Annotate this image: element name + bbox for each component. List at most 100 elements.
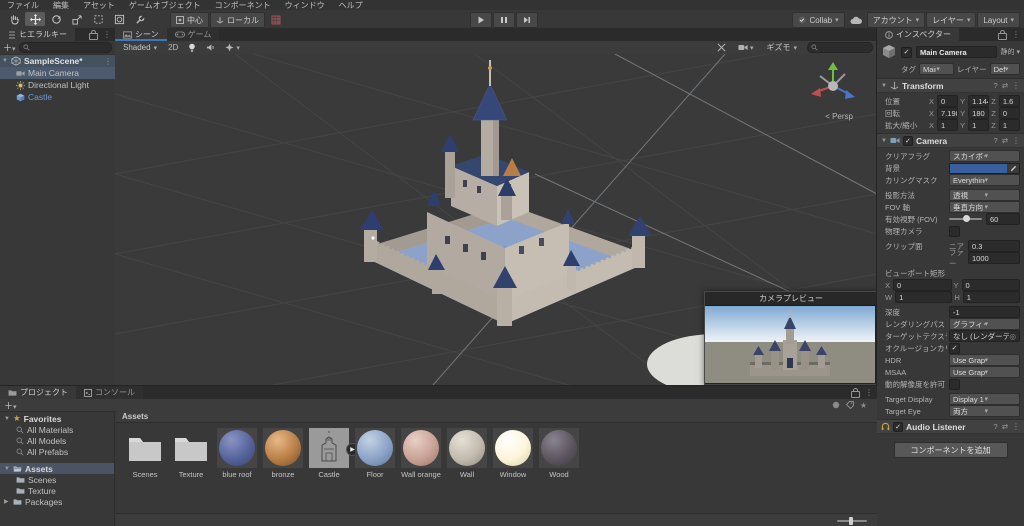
asset-castle[interactable]: ▶Castle (306, 428, 352, 514)
thumbnail-size-slider[interactable] (837, 520, 867, 522)
create-object-button[interactable]: ＋▾ (3, 41, 16, 54)
camera-prop---field[interactable]: 0.3 (968, 240, 1020, 252)
camera-prop---object-field[interactable]: なし (レンダーテクスチャ◎ (949, 330, 1020, 342)
tab-inspector[interactable]: インスペクター (877, 28, 959, 41)
hierarchy-scene-row[interactable]: ▼SampleScene*⋮ (0, 55, 115, 67)
menu-item-6[interactable]: ウィンドウ (278, 0, 332, 11)
scale-tool-icon[interactable] (67, 12, 87, 26)
camera-enabled-checkbox[interactable]: ✓ (903, 136, 913, 146)
asset-wood[interactable]: Wood (536, 428, 582, 514)
scene-camera-dropdown[interactable]: ▾ (735, 44, 757, 52)
layer-dropdown[interactable]: Default▾ (990, 63, 1020, 75)
tree-folder-assets[interactable]: ▼Assets (0, 463, 114, 474)
audio-listener-header[interactable]: ✓ Audio Listener ?⇄⋮ (877, 419, 1024, 434)
camera-prop---color-swatch[interactable] (949, 163, 1020, 174)
add-component-button[interactable]: コンポーネントを追加 (894, 442, 1008, 458)
camera-prop---dropdown[interactable]: グラフィックス設定を使用▾ (949, 318, 1020, 330)
hierarchy-item-directional-light[interactable]: Directional Light (0, 79, 115, 91)
2d-toggle[interactable]: 2D (165, 43, 181, 52)
camera-prop-msaa-dropdown[interactable]: Use Graphics Setti▾ (949, 366, 1020, 378)
step-button[interactable] (516, 12, 538, 28)
presets-icon[interactable]: ⇄ (1002, 422, 1008, 431)
move-tool-icon[interactable] (25, 12, 45, 26)
tab-game[interactable]: ゲーム (167, 28, 220, 41)
gameobject-active-checkbox[interactable]: ✓ (901, 47, 912, 58)
play-button[interactable] (470, 12, 492, 28)
grid-snap-icon[interactable] (266, 13, 286, 27)
transform-z-field[interactable]: 1 (999, 119, 1020, 131)
camera-prop---dropdown[interactable]: スカイボックス▾ (949, 150, 1020, 162)
scene-audio-icon[interactable] (203, 43, 218, 52)
transform-x-field[interactable]: 0 (937, 95, 958, 107)
panel-menu-icon[interactable]: ⋮ (103, 30, 111, 39)
help-icon[interactable]: ? (994, 81, 998, 90)
search-by-type-icon[interactable] (832, 401, 840, 409)
scene-lighting-icon[interactable] (185, 43, 199, 53)
transform-y-field[interactable]: 1 (968, 119, 989, 131)
menu-item-5[interactable]: コンポーネント (208, 0, 278, 11)
panel-menu-icon[interactable]: ⋮ (1012, 30, 1020, 39)
layers-dropdown[interactable]: レイヤー▾ (926, 12, 976, 28)
tree-folder-texture[interactable]: Texture (0, 485, 114, 496)
camera-component-header[interactable]: ▼ ✓ Camera ?⇄⋮ (877, 133, 1024, 148)
presets-icon[interactable]: ⇄ (1002, 81, 1008, 90)
tree-folder-scenes[interactable]: Scenes (0, 474, 114, 485)
camera-prop-fov--dropdown[interactable]: 垂直方向▾ (949, 201, 1020, 213)
menu-item-2[interactable]: 編集 (46, 0, 76, 11)
favorite-all-materials[interactable]: All Materials (0, 424, 114, 435)
favorite-all-prefabs[interactable]: All Prefabs (0, 446, 114, 457)
pause-button[interactable] (493, 12, 515, 28)
component-menu-icon[interactable]: ⋮ (1012, 136, 1020, 145)
camera-prop-target-display-dropdown[interactable]: Display 1▾ (949, 393, 1020, 405)
presets-icon[interactable]: ⇄ (1002, 136, 1008, 145)
shading-mode-dropdown[interactable]: Shaded▾ (119, 42, 161, 53)
favorites-row[interactable]: ▼★Favorites (0, 413, 114, 424)
asset-wall[interactable]: Wall (444, 428, 490, 514)
search-by-label-icon[interactable] (846, 401, 854, 409)
transform-y-field[interactable]: 180 (968, 107, 989, 119)
tree-folder-packages[interactable]: ▶Packages (0, 496, 114, 507)
lock-icon[interactable] (851, 391, 860, 398)
favorite-all-models[interactable]: All Models (0, 435, 114, 446)
tab-scene[interactable]: シーン (115, 28, 167, 41)
help-icon[interactable]: ? (994, 136, 998, 145)
create-asset-button[interactable]: ＋▾ (4, 399, 17, 412)
camera-prop---dropdown[interactable]: Everything▾ (949, 174, 1020, 186)
collab-button[interactable]: Collab▾ (792, 12, 844, 28)
asset-scenes[interactable]: Scenes (122, 428, 168, 514)
tab-console[interactable]: コンソール (76, 386, 143, 399)
asset-texture[interactable]: Texture (168, 428, 214, 514)
camera-prop---y-field[interactable]: 0 (962, 279, 1020, 291)
menu-item-3[interactable]: アセット (76, 0, 122, 11)
tab-hierarchy[interactable]: ヒエラルキー (0, 28, 75, 41)
lock-icon[interactable] (998, 33, 1007, 40)
gizmos-dropdown[interactable]: ギズモ▾ (762, 42, 801, 53)
transform-combined-tool-icon[interactable] (109, 12, 129, 26)
camera-prop---w-field[interactable]: 1 (895, 291, 952, 303)
menu-item-4[interactable]: ゲームオブジェクト (122, 0, 208, 11)
camera-prop---dropdown[interactable]: 透視▾ (949, 189, 1020, 201)
account-dropdown[interactable]: アカウント▾ (867, 12, 926, 28)
layout-dropdown[interactable]: Layout▾ (977, 12, 1020, 28)
favorite-search-icon[interactable]: ★ (860, 401, 867, 410)
camera-prop---checkbox[interactable]: ✓ (949, 343, 960, 354)
component-menu-icon[interactable]: ⋮ (1012, 81, 1020, 90)
camera-prop---checkbox[interactable] (949, 379, 960, 390)
gameobject-name-field[interactable]: Main Camera (916, 46, 997, 58)
component-menu-icon[interactable]: ⋮ (1012, 422, 1020, 431)
tab-project[interactable]: プロジェクト (0, 386, 76, 399)
pivot-center-button[interactable]: 中心 (170, 12, 209, 28)
scene-search-input[interactable] (807, 42, 873, 53)
hierarchy-item-castle[interactable]: Castle (0, 91, 115, 103)
camera-prop--fov--slider[interactable]: 60 (949, 213, 1020, 225)
scene-viewport[interactable]: < Persp カメラプレビュー (115, 54, 877, 385)
menu-item-7[interactable]: ヘルプ (332, 0, 370, 11)
camera-prop--fov--value-field[interactable]: 60 (986, 213, 1020, 225)
help-icon[interactable]: ? (994, 422, 998, 431)
asset-blue-roof[interactable]: blue roof (214, 428, 260, 514)
asset-floor[interactable]: Floor (352, 428, 398, 514)
asset-wall-orange[interactable]: Wall orange (398, 428, 444, 514)
rotate-tool-icon[interactable] (46, 12, 66, 26)
transform-component-header[interactable]: ▼ Transform ?⇄⋮ (877, 78, 1024, 93)
camera-prop---checkbox[interactable] (949, 226, 960, 237)
